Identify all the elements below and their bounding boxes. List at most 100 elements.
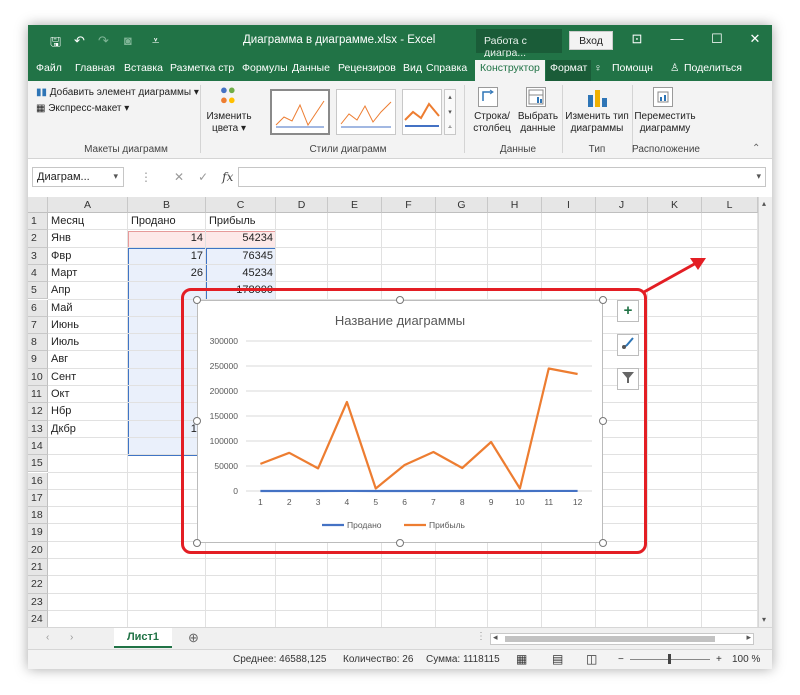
formula-input[interactable]: ▾ [238, 167, 766, 187]
tab-home[interactable]: Главная [75, 62, 115, 74]
minimize-icon[interactable]: — [662, 31, 692, 46]
column-header-g[interactable]: G [436, 197, 488, 213]
column-header-d[interactable]: D [276, 197, 328, 213]
scroll-down-icon[interactable]: ▾ [762, 615, 766, 624]
expand-formula-icon[interactable]: ▾ [756, 171, 761, 182]
column-header-a[interactable]: A [48, 197, 128, 213]
cell-a10[interactable]: Сент [51, 369, 128, 386]
maximize-icon[interactable]: ☐ [702, 31, 732, 47]
column-header-b[interactable]: B [128, 197, 206, 213]
lightbulb-icon[interactable]: ♀ [594, 62, 602, 74]
row-header-19[interactable]: 19 [28, 524, 48, 542]
cell-c2[interactable]: 54234 [206, 230, 276, 247]
switch-row-column-button[interactable]: Строка/столбец [470, 111, 514, 135]
row-header-20[interactable]: 20 [28, 541, 48, 559]
select-data-button[interactable]: Выбрать данные [516, 111, 560, 135]
cancel-icon[interactable]: ✕ [174, 170, 184, 184]
collapse-ribbon-icon[interactable]: ⌃ [752, 143, 760, 154]
row-header-16[interactable]: 16 [28, 472, 48, 490]
row-header-13[interactable]: 13 [28, 420, 48, 438]
split-handle-icon[interactable]: ⋮ [476, 631, 486, 642]
undo-icon[interactable]: ↶ [74, 33, 85, 49]
cell-b1[interactable]: Продано [131, 213, 206, 230]
cell-c3[interactable]: 76345 [206, 248, 276, 265]
cell-a11[interactable]: Окт [51, 386, 128, 403]
column-header-k[interactable]: K [648, 197, 702, 213]
prev-sheet-icon[interactable]: ‹ [46, 632, 49, 643]
row-header-23[interactable]: 23 [28, 593, 48, 611]
cell-a8[interactable]: Июль [51, 334, 128, 351]
quick-layout-button[interactable]: ▦ Экспресс-макет ▾ [36, 103, 129, 115]
tab-file[interactable]: Файл [36, 62, 62, 74]
change-colors-button[interactable]: Изменить цвета ▾ [204, 111, 254, 135]
cell-a9[interactable]: Авг [51, 351, 128, 368]
row-header-15[interactable]: 15 [28, 455, 48, 473]
column-header-h[interactable]: H [488, 197, 542, 213]
row-header-21[interactable]: 21 [28, 559, 48, 577]
cell-a12[interactable]: Нбр [51, 403, 128, 420]
column-header-e[interactable]: E [328, 197, 382, 213]
chart-style-1[interactable] [270, 89, 330, 135]
row-header-24[interactable]: 24 [28, 610, 48, 629]
row-header-8[interactable]: 8 [28, 334, 48, 352]
styles-gallery-scroll[interactable]: ▴ ▾ ⩡ [444, 89, 456, 135]
tab-share[interactable]: Поделиться [684, 62, 742, 74]
sheet-tab-1[interactable]: Лист1 [114, 628, 172, 648]
add-sheet-icon[interactable]: ⊕ [188, 630, 199, 646]
row-header-14[interactable]: 14 [28, 437, 48, 456]
column-header-j[interactable]: J [596, 197, 648, 213]
vertical-scrollbar[interactable]: ▴ ▾ [758, 197, 772, 627]
row-header-11[interactable]: 11 [28, 386, 48, 404]
horizontal-scrollbar[interactable]: ◂ ▸ [490, 632, 754, 645]
next-sheet-icon[interactable]: › [70, 632, 73, 643]
cell-a6[interactable]: Май [51, 300, 128, 317]
insert-function-icon[interactable]: fx [222, 170, 233, 184]
select-all-corner[interactable] [28, 197, 48, 213]
name-box-dropdown-icon[interactable]: ▾ [113, 171, 118, 182]
name-box[interactable]: Диаграм... ▾ [32, 167, 124, 187]
row-header-22[interactable]: 22 [28, 576, 48, 594]
row-header-7[interactable]: 7 [28, 316, 48, 335]
tab-tell-me[interactable]: Помощн [612, 62, 653, 74]
column-header-c[interactable]: C [206, 197, 276, 213]
tab-view[interactable]: Вид [403, 62, 422, 74]
cell-a3[interactable]: Фвр [51, 248, 128, 265]
cell-a4[interactable]: Март [51, 265, 128, 282]
cell-a1[interactable]: Месяц [51, 213, 128, 230]
customize-qat-icon[interactable]: ⩡ [152, 33, 159, 49]
row-header-3[interactable]: 3 [28, 247, 48, 265]
chart-style-3[interactable] [402, 89, 442, 135]
chart-style-2[interactable] [336, 89, 396, 135]
horizontal-scroll-thumb[interactable] [505, 636, 715, 642]
row-header-6[interactable]: 6 [28, 299, 48, 317]
cell-b4[interactable]: 26 [128, 265, 206, 282]
row-header-18[interactable]: 18 [28, 507, 48, 525]
page-break-view-icon[interactable]: ◫ [586, 652, 597, 666]
tab-formulas[interactable]: Формулы [242, 62, 288, 74]
login-button[interactable]: Вход [569, 31, 613, 50]
row-header-5[interactable]: 5 [28, 282, 48, 300]
row-header-2[interactable]: 2 [28, 230, 48, 248]
cell-a13[interactable]: Дкбр [51, 421, 128, 438]
row-header-9[interactable]: 9 [28, 351, 48, 369]
cell-a2[interactable]: Янв [51, 230, 128, 247]
redo-icon[interactable]: ↷ [98, 33, 109, 49]
cell-a7[interactable]: Июнь [51, 317, 128, 334]
row-header-1[interactable]: 1 [28, 213, 48, 231]
column-header-l[interactable]: L [702, 197, 758, 213]
tab-help[interactable]: Справка [426, 62, 467, 74]
column-header-f[interactable]: F [382, 197, 436, 213]
scroll-up-icon[interactable]: ▴ [762, 199, 766, 208]
add-chart-element-button[interactable]: ▮▮ Добавить элемент диаграммы ▾ [36, 87, 199, 99]
save-icon[interactable]: 🖫 [50, 33, 61, 55]
row-header-12[interactable]: 12 [28, 403, 48, 421]
scroll-left-icon[interactable]: ◂ [493, 632, 498, 643]
zoom-level[interactable]: 100 % [732, 654, 760, 665]
change-chart-type-button[interactable]: Изменить тип диаграммы [564, 111, 630, 135]
cell-b3[interactable]: 17 [128, 248, 206, 265]
tab-data[interactable]: Данные [292, 62, 330, 74]
row-header-4[interactable]: 4 [28, 264, 48, 283]
zoom-in-icon[interactable]: + [716, 654, 722, 665]
cell-c1[interactable]: Прибыль [209, 213, 276, 230]
column-header-i[interactable]: I [542, 197, 596, 213]
